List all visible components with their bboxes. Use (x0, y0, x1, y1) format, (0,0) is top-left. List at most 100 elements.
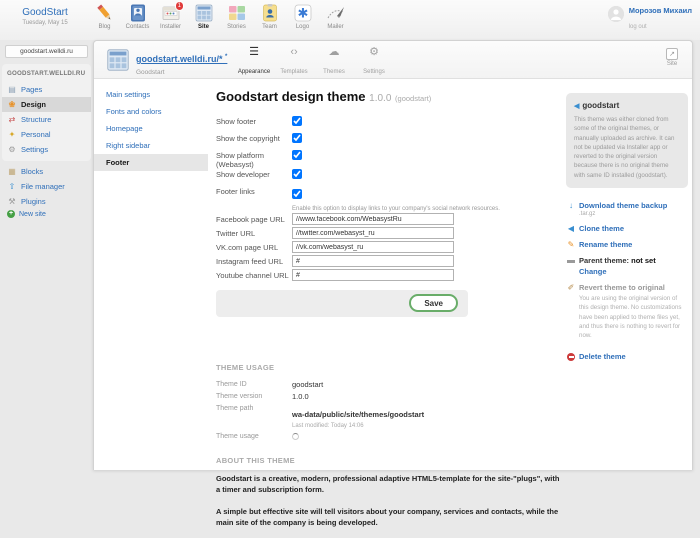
gear-icon: ⚙ (7, 145, 17, 154)
site-card-header: goodstart.welldi.ru/* * Goodstart ☰ Appe… (94, 41, 692, 79)
app-label: Installer (154, 24, 187, 30)
sidebar-item-pages[interactable]: ▤ Pages (2, 82, 91, 97)
external-link-icon: ↗ (666, 48, 678, 60)
tab-templates[interactable]: ‹› Templates (274, 45, 314, 78)
setting-row: Show the copyright (216, 133, 566, 150)
sidebar-item-label: Structure (21, 115, 51, 124)
usage-row: Theme usage (216, 432, 566, 444)
sidebar-item-plugins[interactable]: ⚒ Plugins (2, 194, 91, 209)
contacts-icon (128, 3, 148, 23)
about-paragraph: A simple but effective site will tell vi… (216, 506, 564, 529)
site-url-link[interactable]: goodstart.welldi.ru/* * (136, 54, 227, 64)
account-logo-link[interactable]: GoodStart (0, 7, 90, 18)
app-item-installer[interactable]: 1 Installer (154, 3, 187, 30)
sidebar-item-personal[interactable]: ✦ Personal (2, 127, 91, 142)
action-parent-theme: Parent theme: not set Change (566, 256, 688, 276)
mailer-icon (326, 3, 346, 23)
site-url-text: goodstart.welldi.ru/* (136, 54, 223, 64)
theme-settings-content: Goodstart design theme 1.0.0 (goodstart)… (208, 80, 566, 538)
app-label: Team (253, 24, 286, 30)
current-date: Tuesday, May 15 (0, 20, 90, 26)
show-copyright-checkbox[interactable] (292, 133, 302, 143)
new-site-link[interactable]: + New site (7, 210, 46, 218)
footer-links-checkbox[interactable] (292, 189, 302, 199)
field-label: Facebook page URL (216, 214, 292, 224)
theme-nav-right-sidebar[interactable]: Right sidebar (94, 137, 208, 154)
setting-label: Show the copyright (216, 133, 292, 150)
clone-theme-link[interactable]: Clone theme (579, 224, 624, 233)
action-delete-theme: Delete theme (566, 352, 688, 361)
theme-nav-fonts-colors[interactable]: Fonts and colors (94, 103, 208, 120)
about-paragraph: Goodstart is a creative, modern, profess… (216, 473, 564, 496)
sidebar-item-file-manager[interactable]: ⇧ File manager (2, 179, 91, 194)
app-item-stories[interactable]: Stories (220, 3, 253, 30)
action-download-backup: ↓ Download theme backup .tar.gz (566, 201, 688, 217)
tab-appearance[interactable]: ☰ Appearance (234, 45, 274, 78)
download-backup-link[interactable]: Download theme backup (579, 201, 667, 210)
rename-theme-link[interactable]: Rename theme (579, 240, 632, 249)
site-nav-panel: GOODSTART.WELLDI.RU ▤ Pages ❀ Design ⇄ S… (2, 64, 91, 161)
tab-themes[interactable]: ☁ Themes (314, 45, 354, 78)
logo-app-icon: ✱ (293, 3, 313, 23)
vk-url-input[interactable] (292, 241, 454, 253)
tab-label: Settings (363, 69, 385, 75)
app-item-logo[interactable]: ✱ Logo (286, 3, 319, 30)
sidebar-item-design[interactable]: ❀ Design (2, 97, 91, 112)
tab-settings[interactable]: ⚙ Settings (354, 45, 394, 78)
gear-icon: ⚙ (354, 45, 394, 60)
structure-icon: ⇄ (7, 115, 17, 124)
url-field-row: Twitter URL (216, 226, 566, 240)
cloud-icon: ☁ (314, 45, 354, 60)
facebook-url-input[interactable] (292, 213, 454, 225)
delete-theme-link[interactable]: Delete theme (579, 352, 626, 361)
download-icon: ↓ (566, 201, 576, 210)
user-menu[interactable]: Морозов Михаил log out (608, 6, 692, 33)
show-footer-checkbox[interactable] (292, 116, 302, 126)
sidebar-item-settings[interactable]: ⚙ Settings (2, 142, 91, 157)
theme-nav-footer[interactable]: Footer (94, 154, 208, 171)
open-site-link[interactable]: ↗ Site (666, 48, 678, 67)
app-label: Contacts (121, 24, 154, 30)
instagram-url-input[interactable] (292, 255, 454, 267)
about-theme-heading: ABOUT THIS THEME (216, 456, 566, 465)
info-box-title: ◀goodstart (574, 101, 680, 110)
sidebar-item-label: Pages (21, 85, 42, 94)
top-bar: GoodStart Tuesday, May 15 Blog Contacts … (0, 0, 700, 40)
save-button[interactable]: Save (409, 294, 458, 312)
app-item-site[interactable]: Site (187, 3, 220, 30)
app-item-team[interactable]: Team (253, 3, 286, 30)
sidebar-item-structure[interactable]: ⇄ Structure (2, 112, 91, 127)
user-name: Морозов Михаил (629, 6, 692, 15)
setting-label: Show platform (Webasyst) (216, 150, 292, 169)
site-selector[interactable]: goodstart.welldi.ru (5, 45, 88, 58)
show-developer-checkbox[interactable] (292, 169, 302, 179)
youtube-url-input[interactable] (292, 269, 454, 281)
logout-link[interactable]: log out (629, 24, 647, 30)
app-item-blog[interactable]: Blog (88, 3, 121, 30)
blocks-icon: ▦ (7, 167, 17, 176)
theme-code: (goodstart) (395, 94, 431, 103)
theme-nav-homepage[interactable]: Homepage (94, 120, 208, 137)
show-platform-checkbox[interactable] (292, 150, 302, 160)
app-item-mailer[interactable]: Mailer (319, 3, 352, 30)
change-parent-link[interactable]: Change (579, 267, 607, 276)
design-icon: ❀ (7, 100, 17, 109)
tab-label: Themes (323, 69, 345, 75)
app-label: Mailer (319, 24, 352, 30)
twitter-url-input[interactable] (292, 227, 454, 239)
blog-icon (95, 3, 115, 23)
site-section-title: GOODSTART.WELLDI.RU (2, 70, 91, 82)
usage-label: Theme usage (216, 432, 292, 444)
app-item-contacts[interactable]: Contacts (121, 3, 154, 30)
team-icon (260, 3, 280, 23)
about-p1-text: is a creative, modern, professional adap… (216, 474, 559, 494)
field-label: VK.com page URL (216, 242, 292, 252)
setting-note: Enable this option to display links to y… (292, 206, 560, 212)
delete-icon (566, 352, 576, 362)
theme-nav-main-settings[interactable]: Main settings (94, 86, 208, 103)
parent-theme-value: not set (631, 256, 656, 265)
code-icon: ‹› (274, 45, 314, 60)
tab-label: Appearance (238, 69, 270, 75)
brush-icon: ✐ (566, 283, 576, 292)
sidebar-item-blocks[interactable]: ▦ Blocks (2, 164, 91, 179)
